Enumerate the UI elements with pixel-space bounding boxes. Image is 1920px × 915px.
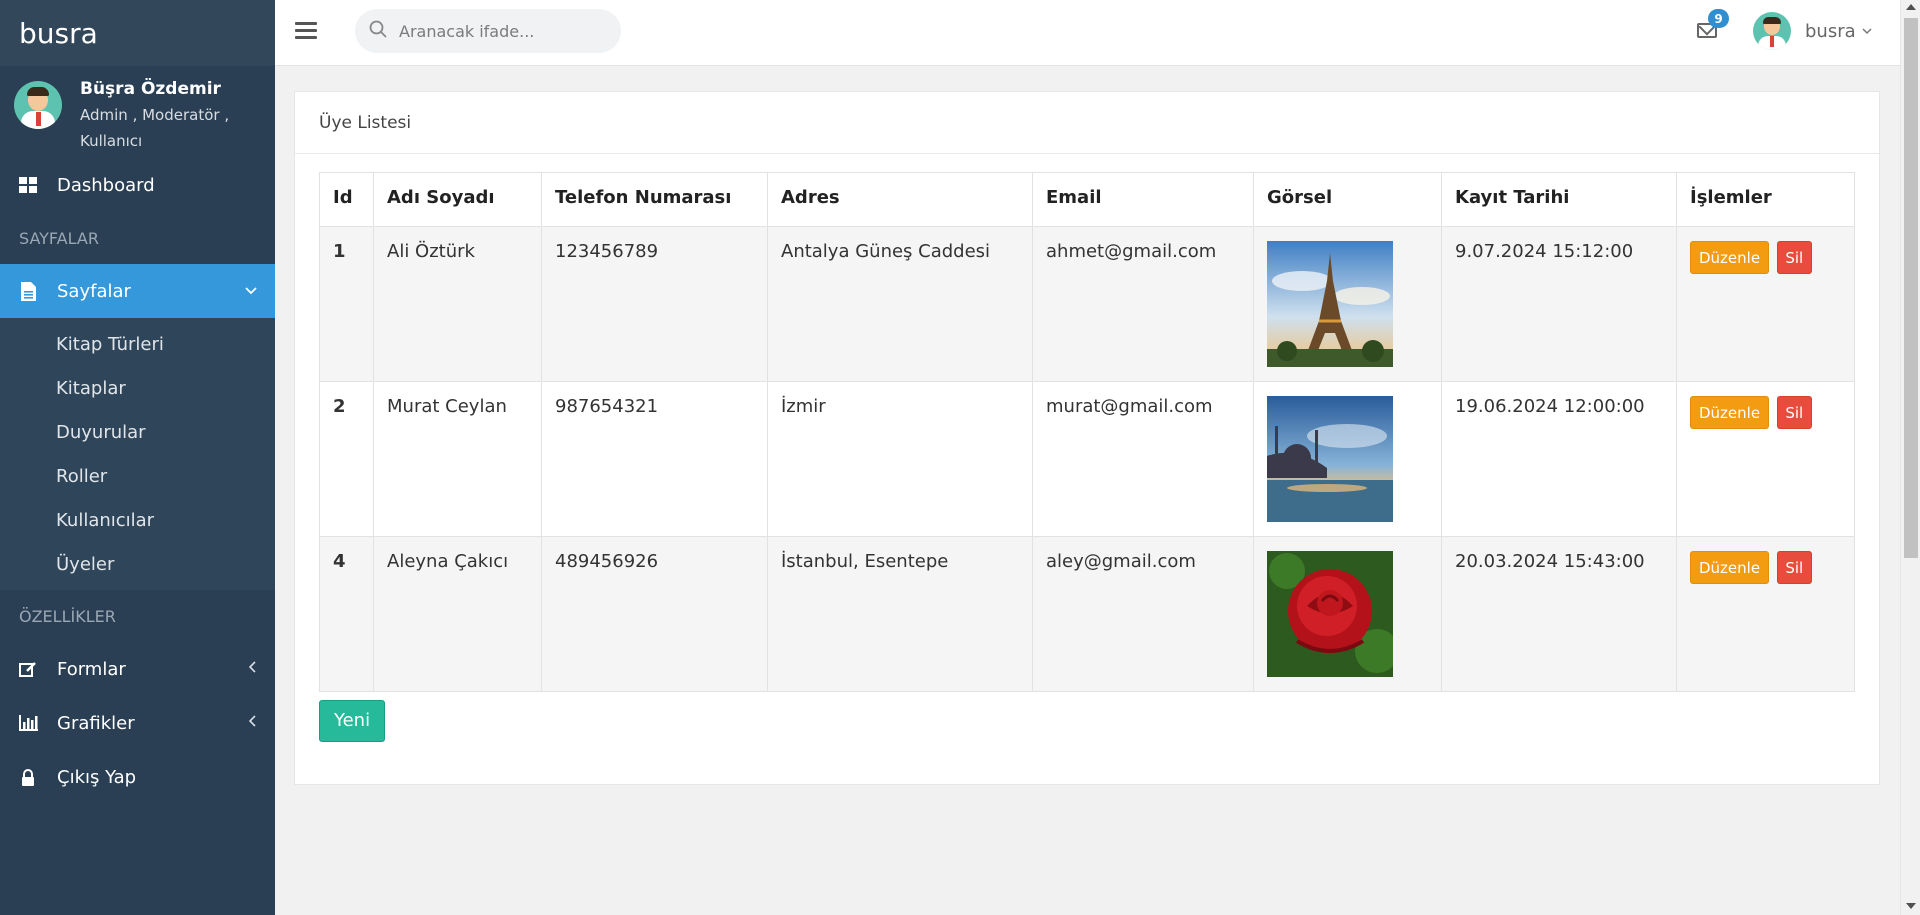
sidebar-item-logout[interactable]: Çıkış Yap: [0, 750, 275, 804]
column-header-id: Id: [319, 172, 374, 227]
red-rose-image: [1267, 551, 1393, 677]
brand-title[interactable]: busra: [0, 0, 275, 66]
sidebar-item-pages[interactable]: Sayfalar: [0, 264, 275, 318]
sidebar-item-label: Dashboard: [57, 174, 155, 196]
avatar: [14, 81, 62, 129]
sidebar-subitem-users[interactable]: Kullanıcılar: [0, 498, 275, 542]
cell-address: Antalya Güneş Caddesi: [767, 226, 1033, 382]
cell-email: murat@gmail.com: [1032, 381, 1254, 537]
cell-name: Aleyna Çakıcı: [373, 536, 542, 692]
user-profile: Büşra Özdemir Admin , Moderatör , Kullan…: [0, 66, 275, 158]
search-input[interactable]: [399, 21, 599, 41]
column-header-name: Adı Soyadı: [373, 172, 542, 227]
cell-email: aley@gmail.com: [1032, 536, 1254, 692]
cell-id: 2: [319, 381, 374, 537]
column-header-address: Adres: [767, 172, 1033, 227]
column-header-actions: İşlemler: [1676, 172, 1855, 227]
column-header-phone: Telefon Numarası: [541, 172, 768, 227]
table-row: 4 Aleyna Çakıcı 489456926 İstanbul, Esen…: [319, 536, 1855, 692]
sidebar-subitem-members[interactable]: Üyeler: [0, 542, 275, 586]
cell-date: 9.07.2024 15:12:00: [1441, 226, 1677, 382]
cell-image: [1253, 226, 1442, 382]
cell-address: İstanbul, Esentepe: [767, 536, 1033, 692]
chevron-left-icon: [248, 661, 257, 677]
table-header-row: Id Adı Soyadı Telefon Numarası Adres Ema…: [319, 172, 1855, 227]
sidebar-item-forms[interactable]: Formlar: [0, 642, 275, 696]
cell-image: [1253, 381, 1442, 537]
mosque-sunset-image: [1267, 396, 1393, 522]
sidebar-item-label: Çıkış Yap: [57, 766, 137, 788]
cell-phone: 489456926: [541, 536, 768, 692]
cell-address: İzmir: [767, 381, 1033, 537]
chevron-left-icon: [248, 715, 257, 731]
cell-email: ahmet@gmail.com: [1032, 226, 1254, 382]
new-member-button[interactable]: Yeni: [319, 700, 386, 742]
cell-actions: Düzenle Sil: [1676, 536, 1855, 692]
cell-date: 19.06.2024 12:00:00: [1441, 381, 1677, 537]
profile-roles: Admin , Moderatör , Kullanıcı: [80, 106, 230, 150]
member-table: Id Adı Soyadı Telefon Numarası Adres Ema…: [319, 172, 1855, 692]
table-row: 1 Ali Öztürk 123456789 Antalya Güneş Cad…: [319, 226, 1855, 382]
edit-button[interactable]: Düzenle: [1690, 241, 1770, 274]
column-header-email: Email: [1032, 172, 1254, 227]
cell-date: 20.03.2024 15:43:00: [1441, 536, 1677, 692]
search-box: [355, 9, 621, 53]
bar-chart-icon: [18, 713, 38, 733]
cell-id: 4: [319, 536, 374, 692]
user-menu[interactable]: busra: [1753, 12, 1872, 50]
section-title-pages: SAYFALAR: [19, 228, 99, 248]
sidebar-item-dashboard[interactable]: Dashboard: [0, 158, 275, 212]
cell-name: Ali Öztürk: [373, 226, 542, 382]
sidebar-subitem-book-types[interactable]: Kitap Türleri: [0, 322, 275, 366]
mail-count-badge: 9: [1708, 9, 1729, 28]
cell-name: Murat Ceylan: [373, 381, 542, 537]
eiffel-tower-image: [1267, 241, 1393, 367]
chevron-down-icon: [1862, 24, 1872, 38]
sidebar-item-charts[interactable]: Grafikler: [0, 696, 275, 750]
user-name: busra: [1805, 20, 1856, 42]
section-title-features: ÖZELLİKLER: [19, 606, 116, 626]
edit-icon: [18, 659, 38, 679]
scroll-up-arrow-icon[interactable]: [1906, 4, 1916, 10]
file-icon: [18, 281, 38, 301]
cell-image: [1253, 536, 1442, 692]
topbar: 9 busra: [275, 0, 1900, 66]
sidebar-item-label: Sayfalar: [57, 280, 131, 302]
menu-toggle-icon[interactable]: [295, 22, 317, 40]
pages-submenu: Kitap Türleri Kitaplar Duyurular Roller …: [0, 318, 275, 590]
sidebar: busra Büşra Özdemir Admin , Moderatör , …: [0, 0, 275, 915]
chevron-down-icon: [245, 283, 257, 299]
scroll-down-arrow-icon[interactable]: [1906, 903, 1916, 909]
dashboard-icon: [18, 175, 38, 195]
delete-button[interactable]: Sil: [1776, 396, 1812, 429]
avatar: [1753, 12, 1791, 50]
lock-icon: [18, 767, 38, 787]
member-list-card: Üye Listesi Id Adı Soyadı Telefon Numara…: [294, 91, 1880, 785]
cell-phone: 987654321: [541, 381, 768, 537]
sidebar-subitem-books[interactable]: Kitaplar: [0, 366, 275, 410]
sidebar-subitem-roles[interactable]: Roller: [0, 454, 275, 498]
profile-name: Büşra Özdemir: [80, 79, 221, 99]
sidebar-item-label: Formlar: [57, 658, 126, 680]
column-header-image: Görsel: [1253, 172, 1442, 227]
cell-actions: Düzenle Sil: [1676, 381, 1855, 537]
sidebar-subitem-announcements[interactable]: Duyurular: [0, 410, 275, 454]
edit-button[interactable]: Düzenle: [1690, 396, 1770, 429]
edit-button[interactable]: Düzenle: [1690, 551, 1770, 584]
delete-button[interactable]: Sil: [1776, 241, 1812, 274]
column-header-date: Kayıt Tarihi: [1441, 172, 1677, 227]
search-icon: [369, 20, 387, 42]
table-row: 2 Murat Ceylan 987654321 İzmir murat@gma…: [319, 381, 1855, 537]
delete-button[interactable]: Sil: [1776, 551, 1812, 584]
page-scrollbar[interactable]: [1900, 0, 1920, 915]
cell-phone: 123456789: [541, 226, 768, 382]
card-title: Üye Listesi: [295, 92, 1879, 154]
cell-id: 1: [319, 226, 374, 382]
scrollbar-thumb[interactable]: [1904, 18, 1918, 558]
cell-actions: Düzenle Sil: [1676, 226, 1855, 382]
sidebar-item-label: Grafikler: [57, 712, 135, 734]
